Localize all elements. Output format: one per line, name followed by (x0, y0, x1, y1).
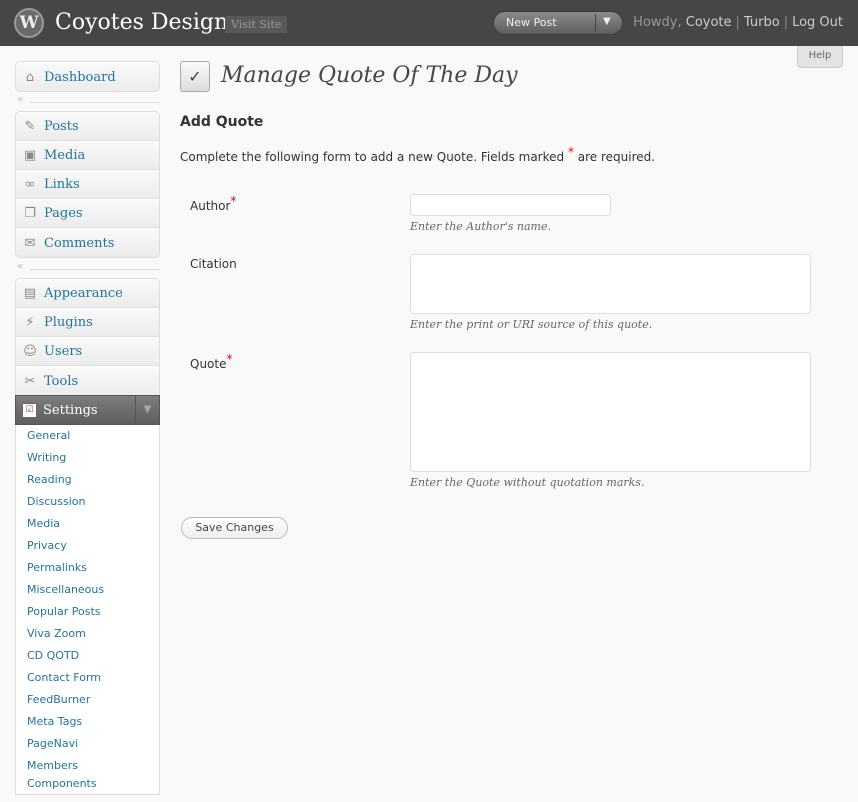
separator: | (735, 15, 740, 30)
author-label-text: Author (190, 199, 231, 213)
pages-icon: ❐ (24, 206, 36, 221)
pin-icon: ✎ (24, 119, 36, 134)
sidebar-item-label: Settings (43, 402, 98, 418)
submenu-general[interactable]: General (16, 425, 159, 447)
sidebar-item-media[interactable]: ▣ Media (16, 141, 159, 170)
wordpress-logo-icon[interactable]: W (14, 8, 44, 38)
sidebar-item-label: Tools (44, 373, 79, 389)
sidebar-item-links[interactable]: ∞ Links (16, 170, 159, 199)
link-icon: ∞ (24, 177, 36, 192)
author-input[interactable] (410, 194, 611, 216)
sidebar-item-label: Posts (44, 119, 79, 134)
submenu-cd-qotd[interactable]: CD QOTD (16, 645, 159, 667)
site-title[interactable]: Coyotes Designs (55, 10, 239, 35)
author-label: Author* (190, 194, 236, 213)
submenu-privacy[interactable]: Privacy (16, 535, 159, 557)
sidebar-item-label: Dashboard (44, 69, 116, 85)
submenu-discussion[interactable]: Discussion (16, 491, 159, 513)
section-title: Add Quote (180, 114, 264, 130)
turbo-link[interactable]: Turbo (744, 15, 780, 30)
quote-label-text: Quote (190, 357, 227, 371)
submenu-members-label: Members (27, 759, 78, 772)
quote-textarea[interactable] (410, 352, 811, 472)
home-icon: ⌂ (25, 69, 35, 85)
new-post-dropdown[interactable]: New Post ▼ (493, 11, 623, 35)
dropdown-divider (595, 14, 596, 32)
required-asterisk: * (567, 145, 574, 159)
sidebar-item-label: Appearance (44, 286, 123, 301)
sidebar-item-label: Users (44, 344, 83, 359)
sidebar-item-dashboard[interactable]: ⌂ Dashboard (16, 62, 159, 91)
user-profile-link[interactable]: Coyote (686, 15, 732, 30)
required-asterisk: * (230, 194, 237, 208)
submenu-members-components[interactable]: Members Components (16, 755, 159, 793)
submenu-pagenavi[interactable]: PageNavi (16, 733, 159, 755)
users-icon: ☺ (23, 344, 37, 359)
howdy-text: Howdy, (633, 15, 686, 30)
submenu-permalinks[interactable]: Permalinks (16, 557, 159, 579)
sidebar-item-comments[interactable]: ✉ Comments (16, 228, 159, 257)
menu-separator[interactable]: « (15, 261, 160, 275)
required-asterisk: * (226, 352, 233, 366)
sidebar-item-label: Pages (44, 206, 83, 221)
citation-textarea[interactable] (410, 254, 811, 314)
save-changes-button[interactable]: Save Changes (181, 517, 288, 539)
quote-help-text: Enter the Quote without quotation marks. (410, 476, 645, 489)
intro-text: Complete the following form to add a new… (180, 145, 656, 164)
admin-header: W Coyotes Designs Visit Site New Post ▼ … (0, 0, 858, 46)
submenu-components-label: Components (27, 777, 97, 790)
new-post-label[interactable]: New Post (506, 16, 557, 29)
sidebar-item-pages[interactable]: ❐ Pages (16, 199, 159, 228)
comment-icon: ✉ (24, 235, 36, 251)
sidebar-item-settings[interactable]: ☑ Settings ▼ (15, 395, 160, 425)
quote-label: Quote* (190, 352, 232, 371)
help-tab[interactable]: Help (797, 46, 843, 68)
menu-separator[interactable]: « (15, 94, 160, 108)
settings-page-icon: ✓ (180, 61, 210, 92)
citation-help-text: Enter the print or URI source of this qu… (410, 318, 653, 331)
sidebar-item-posts[interactable]: ✎ Posts (16, 112, 159, 141)
plug-icon: ⚡ (25, 315, 35, 330)
sidebar-item-tools[interactable]: ✂ Tools (16, 366, 159, 395)
submenu-feedburner[interactable]: FeedBurner (16, 689, 159, 711)
collapse-arrows-icon[interactable]: « (17, 94, 23, 105)
author-help-text: Enter the Author's name. (410, 220, 551, 233)
submenu-media[interactable]: Media (16, 513, 159, 535)
page-title: Manage Quote Of The Day (221, 63, 518, 88)
chevron-down-icon[interactable]: ▼ (135, 396, 159, 424)
submenu-meta-tags[interactable]: Meta Tags (16, 711, 159, 733)
menu-group-dashboard: ⌂ Dashboard (15, 61, 160, 92)
submenu-contact-form[interactable]: Contact Form (16, 667, 159, 689)
sidebar-item-appearance[interactable]: ▤ Appearance (16, 279, 159, 308)
appearance-icon: ▤ (23, 286, 37, 301)
sidebar-item-label: Links (44, 177, 80, 192)
submenu-reading[interactable]: Reading (16, 469, 159, 491)
sidebar-item-users[interactable]: ☺ Users (16, 337, 159, 366)
settings-icon: ☑ (22, 402, 37, 418)
tools-icon: ✂ (24, 373, 36, 389)
intro-text-before: Complete the following form to add a new… (180, 150, 568, 164)
sidebar-item-label: Plugins (44, 315, 93, 330)
submenu-popular-posts[interactable]: Popular Posts (16, 601, 159, 623)
visit-site-button[interactable]: Visit Site (225, 16, 288, 33)
media-icon: ▣ (23, 148, 37, 163)
intro-text-after: are required. (573, 150, 656, 164)
sidebar-item-plugins[interactable]: ⚡ Plugins (16, 308, 159, 337)
logout-link[interactable]: Log Out (792, 15, 843, 30)
citation-label: Citation (190, 257, 237, 271)
submenu-miscellaneous[interactable]: Miscellaneous (16, 579, 159, 601)
sidebar-item-label: Media (44, 148, 86, 163)
user-links: Howdy, Coyote | Turbo | Log Out (633, 15, 843, 30)
submenu-viva-zoom[interactable]: Viva Zoom (16, 623, 159, 645)
collapse-arrows-icon[interactable]: « (17, 261, 23, 272)
separator: | (783, 15, 789, 30)
submenu-writing[interactable]: Writing (16, 447, 159, 469)
chevron-down-icon[interactable]: ▼ (603, 16, 611, 27)
settings-submenu: General Writing Reading Discussion Media… (15, 425, 160, 795)
menu-group-content: ✎ Posts ▣ Media ∞ Links ❐ Pages ✉ Commen… (15, 111, 160, 258)
sidebar-item-label: Comments (44, 235, 115, 251)
menu-group-admin: ▤ Appearance ⚡ Plugins ☺ Users ✂ Tools (15, 278, 160, 395)
